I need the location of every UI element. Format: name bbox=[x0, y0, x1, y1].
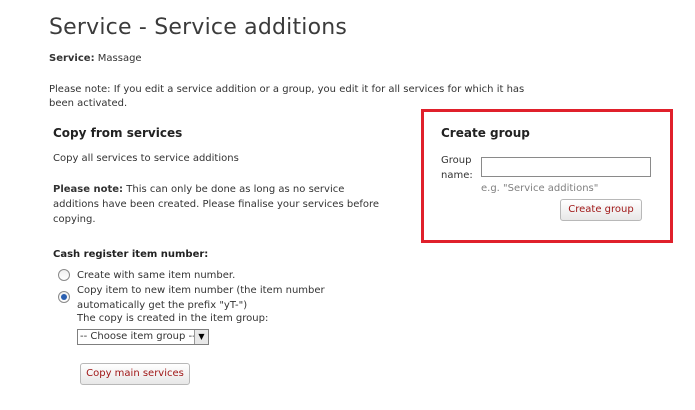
create-group-heading: Create group bbox=[441, 126, 530, 140]
create-group-button[interactable]: Create group bbox=[560, 199, 642, 221]
please-note-label: Please note: bbox=[53, 184, 124, 195]
chevron-down-icon[interactable]: ▼ bbox=[194, 330, 208, 344]
please-note: Please note: This can only be done as lo… bbox=[53, 182, 383, 227]
service-value: Massage bbox=[97, 53, 142, 64]
copy-all-text: Copy all services to service additions bbox=[53, 153, 239, 164]
group-name-hint: e.g. "Service additions" bbox=[481, 183, 599, 194]
item-group-select[interactable]: -- Choose item group -- ▼ bbox=[77, 329, 209, 345]
group-name-label: Group name: bbox=[441, 155, 473, 181]
copy-from-services-heading: Copy from services bbox=[53, 126, 183, 140]
option-new-item-number-label: Copy item to new item number (the item n… bbox=[77, 285, 325, 311]
copy-main-services-button[interactable]: Copy main services bbox=[80, 363, 190, 385]
service-label: Service: bbox=[49, 53, 95, 64]
radio-same-item-number[interactable] bbox=[58, 269, 70, 281]
option-same-item-number-label: Create with same item number. bbox=[77, 270, 236, 281]
cash-register-label: Cash register item number: bbox=[53, 249, 209, 260]
item-group-select-value: -- Choose item group -- bbox=[80, 331, 196, 342]
item-group-text: The copy is created in the item group: bbox=[77, 313, 269, 324]
group-name-input[interactable] bbox=[481, 157, 651, 177]
service-info: Service: Massage bbox=[49, 53, 142, 64]
radio-new-item-number[interactable] bbox=[58, 291, 70, 303]
edit-note: Please note: If you edit a service addit… bbox=[49, 84, 525, 109]
page-title: Service - Service additions bbox=[49, 15, 348, 40]
